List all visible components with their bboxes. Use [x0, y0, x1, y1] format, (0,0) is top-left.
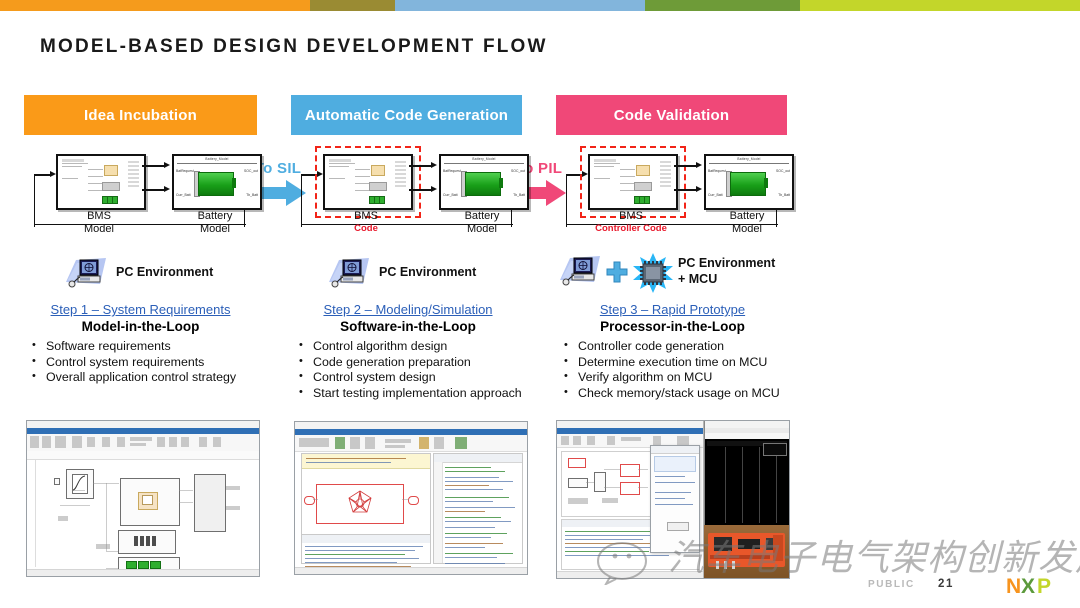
- bms-block-label: BMS Model: [84, 210, 114, 235]
- phase-label: Idea Incubation: [83, 106, 197, 124]
- list-item: Check memory/stack usage on MCU: [556, 385, 789, 402]
- battery-model-block: Battery_Model BatRequest SOC_out Curr_Ba…: [439, 154, 529, 210]
- phase-header-idea-incubation: Idea Incubation: [24, 95, 257, 135]
- step-link[interactable]: Step 1 – System Requirements: [24, 302, 257, 317]
- environment-row: PC Environment + MCU: [556, 253, 789, 296]
- column-code-validation: BMS Controller Code Battery_Model BatReq…: [556, 146, 794, 402]
- topbar-segment-blue: [395, 0, 645, 11]
- step-title: Processor-in-the-Loop: [600, 319, 745, 334]
- battery-pin: SOC_out: [511, 169, 525, 173]
- footer-page-number: 21: [938, 578, 954, 590]
- top-color-bar: [0, 0, 1080, 11]
- environment-row: PC Environment: [24, 256, 257, 296]
- environment-label-secondary: + MCU: [678, 272, 718, 286]
- step-title: Software-in-the-Loop: [340, 319, 476, 334]
- battery-inner-label: Battery_Model: [472, 157, 496, 161]
- pc-environment-icon: [560, 256, 600, 286]
- battery-pin: Curr_Batt: [443, 193, 458, 197]
- environment-label: PC Environment: [116, 265, 214, 279]
- bms-block-label: BMS Controller Code: [595, 210, 667, 234]
- phase-header-automatic-code-generation: Automatic Code Generation: [291, 95, 522, 135]
- topbar-segment-orange: [0, 0, 310, 11]
- phase-label: Automatic Code Generation: [304, 106, 509, 124]
- plus-icon: [606, 261, 628, 283]
- battery-pin: Tb_Batt: [513, 193, 525, 197]
- list-item: Start testing implementation approach: [291, 385, 525, 402]
- pil-loop-diagram: BMS Controller Code Battery_Model BatReq…: [556, 146, 794, 248]
- mil-loop-diagram: BMS Model Battery_Model BatRequest SOC_o…: [24, 148, 262, 248]
- list-item: Software requirements: [24, 338, 257, 355]
- step-title: Model-in-the-Loop: [81, 319, 200, 334]
- column-automatic-code-generation: BMS Code Battery_Model BatRequest SOC_ou…: [291, 146, 529, 402]
- list-item: Control system design: [291, 369, 525, 386]
- phase-label: Code Validation: [613, 106, 730, 124]
- step-link[interactable]: Step 3 – Rapid Prototype: [556, 302, 789, 317]
- pil-hardware-screenshot: [556, 420, 790, 579]
- environment-row: PC Environment: [291, 256, 525, 296]
- bms-block-label: BMS Code: [354, 210, 378, 234]
- bullet-list: Software requirements Control system req…: [24, 338, 257, 386]
- svg-text:X: X: [1021, 575, 1035, 598]
- simulink-model-screenshot: [26, 420, 260, 577]
- topbar-segment-lime: [800, 0, 1080, 11]
- battery-block-label: Battery Model: [729, 210, 765, 235]
- page-title: MODEL-BASED DESIGN DEVELOPMENT FLOW: [40, 36, 548, 57]
- topbar-segment-green: [645, 0, 800, 11]
- list-item: Control algorithm design: [291, 338, 525, 355]
- list-item: Controller code generation: [556, 338, 789, 355]
- footer-classification: PUBLIC: [868, 579, 915, 590]
- battery-pin: Curr_Batt: [176, 193, 191, 197]
- environment-label: PC Environment: [379, 265, 477, 279]
- phase-header-code-validation: Code Validation: [556, 95, 787, 135]
- battery-pin: BatRequest: [443, 169, 461, 173]
- pc-environment-icon: [329, 258, 369, 288]
- bms-model-block: [56, 154, 146, 210]
- bms-controller-code-block: [588, 154, 678, 210]
- list-item: Code generation preparation: [291, 354, 525, 371]
- battery-inner-label: Battery_Model: [737, 157, 761, 161]
- battery-pin: BatRequest: [708, 169, 726, 173]
- step-link[interactable]: Step 2 – Modeling/Simulation: [291, 302, 525, 317]
- list-item: Verify algorithm on MCU: [556, 369, 789, 386]
- bms-code-block: [323, 154, 413, 210]
- pc-environment-icon: [66, 258, 106, 288]
- battery-block-label: Battery Model: [464, 210, 500, 235]
- list-item: Determine execution time on MCU: [556, 354, 789, 371]
- battery-pin: SOC_out: [776, 169, 790, 173]
- battery-block-label: Battery Model: [197, 210, 233, 235]
- sil-loop-diagram: BMS Code Battery_Model BatRequest SOC_ou…: [291, 146, 529, 248]
- environment-label: PC Environment: [678, 256, 776, 270]
- bullet-list: Control algorithm design Code generation…: [291, 338, 525, 402]
- topbar-segment-olive: [310, 0, 395, 11]
- battery-model-block: Battery_Model BatRequest SOC_out Curr_Ba…: [172, 154, 262, 210]
- stateflow-graph: [348, 490, 372, 513]
- bullet-list: Controller code generation Determine exe…: [556, 338, 789, 402]
- code-generation-screenshot: [294, 421, 528, 575]
- nxp-logo: N X P: [1006, 575, 1051, 598]
- battery-pin: Curr_Batt: [708, 193, 723, 197]
- list-item: Control system requirements: [24, 354, 257, 371]
- column-idea-incubation: BMS Model Battery_Model BatRequest SOC_o…: [24, 148, 262, 386]
- svg-text:P: P: [1037, 575, 1051, 598]
- battery-pin: Tb_Batt: [246, 193, 258, 197]
- svg-text:N: N: [1006, 575, 1021, 598]
- battery-pin: BatRequest: [176, 169, 194, 173]
- mcu-chip-icon: [633, 253, 673, 293]
- battery-inner-label: Battery_Model: [205, 157, 229, 161]
- list-item: Overall application control strategy: [24, 369, 257, 386]
- battery-model-block: Battery_Model BatRequest SOC_out Curr_Ba…: [704, 154, 794, 210]
- battery-pin: SOC_out: [244, 169, 258, 173]
- battery-pin: Tb_Batt: [778, 193, 790, 197]
